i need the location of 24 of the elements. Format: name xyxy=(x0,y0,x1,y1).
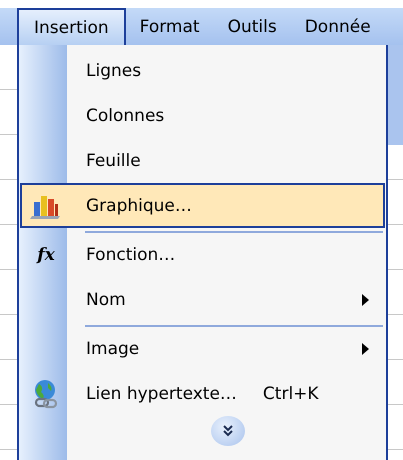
menu-item[interactable]: Colonnes xyxy=(20,93,385,138)
menu-title[interactable]: Donnée xyxy=(290,8,385,45)
menu-title[interactable]: Insertion xyxy=(17,8,126,45)
item-label: Image xyxy=(86,338,140,358)
shortcut-label: Ctrl+K xyxy=(262,384,319,404)
expand-button[interactable] xyxy=(210,416,244,446)
menu-title[interactable]: Format xyxy=(126,8,214,45)
menu-item[interactable]: Feuille xyxy=(20,138,385,183)
submenu-arrow-icon xyxy=(362,294,369,306)
item-label: Fonction… xyxy=(86,244,176,264)
item-label: Colonnes xyxy=(86,106,164,126)
submenu-arrow-icon xyxy=(362,342,369,354)
menu-title[interactable]: Outils xyxy=(214,8,291,45)
item-label: Lien hypertexte… xyxy=(86,384,237,404)
menu-item[interactable]: Graphique… xyxy=(20,183,385,228)
double-chevron-icon xyxy=(222,425,234,437)
function-icon: fx xyxy=(37,244,55,264)
item-label: Lignes xyxy=(86,60,142,80)
menu-item[interactable]: Lien hypertexte… Ctrl+K xyxy=(20,371,385,416)
item-label: Graphique… xyxy=(86,196,192,216)
menu-item[interactable]: Nom xyxy=(20,277,385,322)
item-label: Nom xyxy=(86,290,126,310)
menu-item[interactable]: Lignes xyxy=(20,48,385,93)
item-label: Feuille xyxy=(86,150,141,170)
